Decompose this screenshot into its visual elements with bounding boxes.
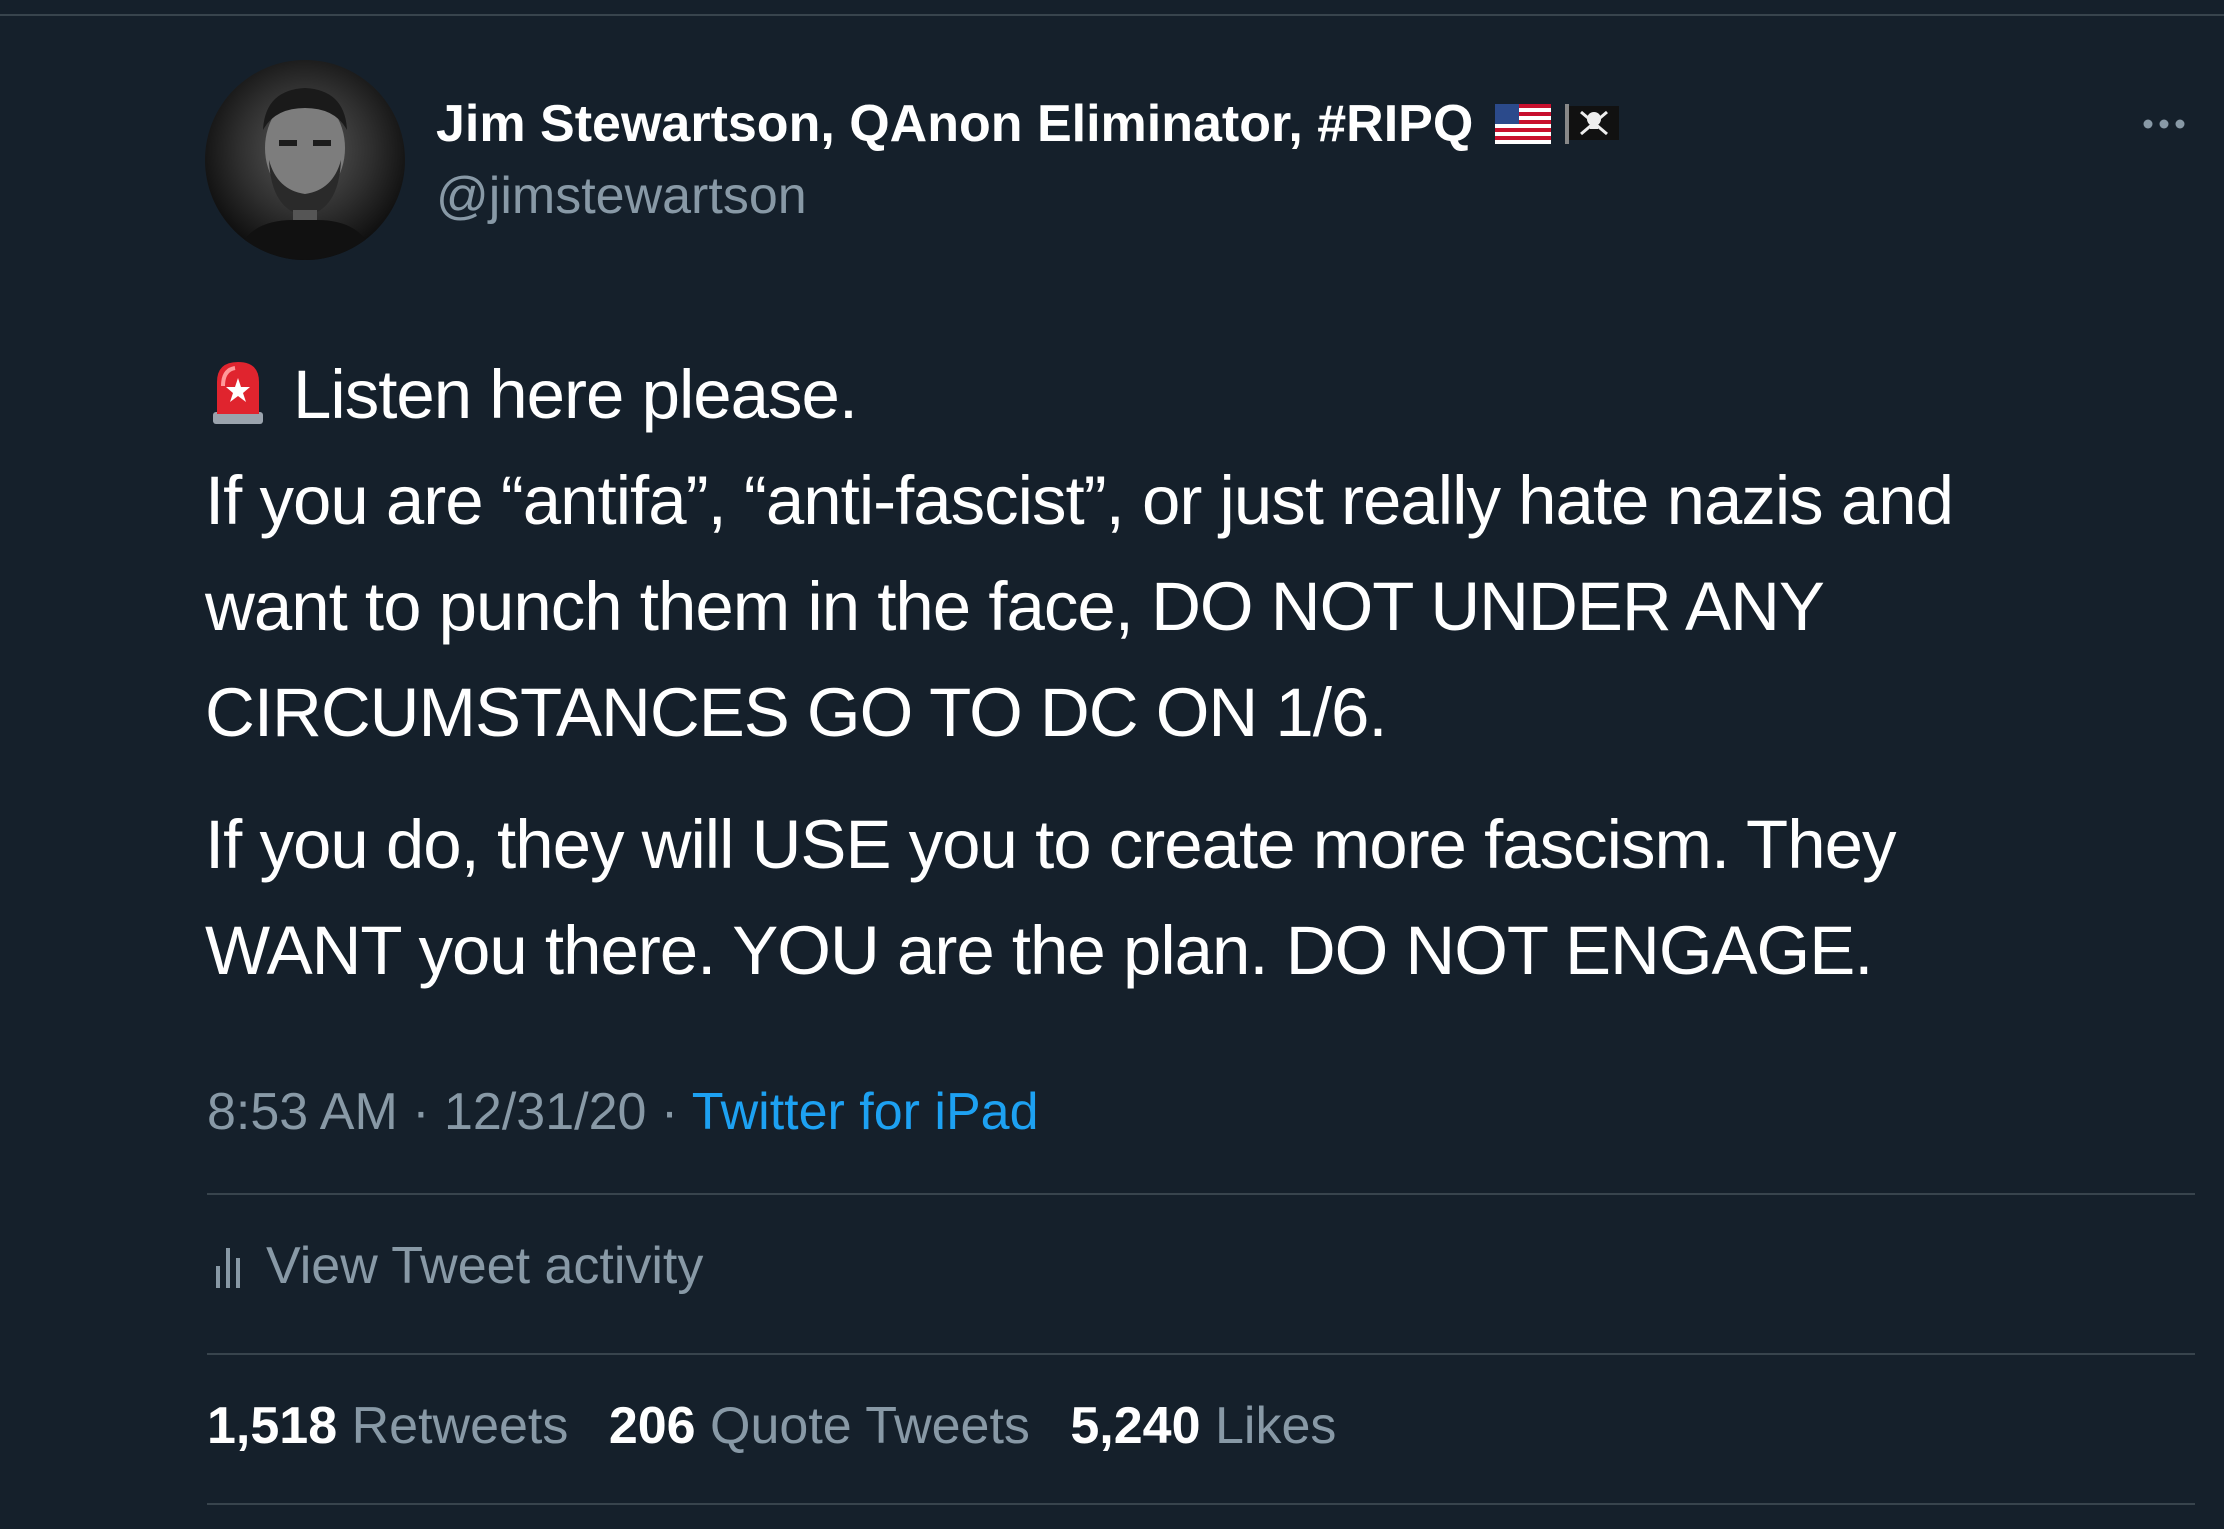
tweet-date[interactable]: 12/31/20 bbox=[444, 1083, 646, 1141]
tweet-detail-page: Jim Stewartson, QAnon Eliminator, #RIPQ … bbox=[0, 0, 2224, 1529]
tweet-source-link[interactable]: Twitter for iPad bbox=[692, 1083, 1039, 1141]
author-display-name[interactable]: Jim Stewartson, QAnon Eliminator, #RIPQ bbox=[436, 94, 1621, 154]
us-flag-icon bbox=[1495, 104, 1552, 144]
pirate-flag-icon bbox=[1565, 104, 1620, 144]
meta-separator: · bbox=[412, 1083, 445, 1141]
tweet-text: Listen here please. If you are “antifa”,… bbox=[205, 342, 2105, 1004]
quote-tweets-label: Quote Tweets bbox=[710, 1397, 1030, 1455]
tweet-para2-line-2: WANT you there. YOU are the plan. DO NOT… bbox=[205, 912, 1873, 989]
tweet-para1-line-2: want to punch them in the face, DO NOT U… bbox=[205, 568, 1825, 645]
tweet-para2-line-1: If you do, they will USE you to create m… bbox=[205, 806, 1896, 883]
tweet-line-1: Listen here please. bbox=[205, 342, 2105, 448]
retweets-stat[interactable]: 1,518 Retweets bbox=[207, 1397, 568, 1455]
avatar[interactable] bbox=[205, 60, 405, 260]
retweets-label: Retweets bbox=[351, 1397, 569, 1455]
view-tweet-activity-button[interactable]: View Tweet activity bbox=[212, 1236, 703, 1296]
more-options-icon[interactable] bbox=[2140, 116, 2188, 132]
tweet-para1-line-1: If you are “antifa”, “anti-fascist”, or … bbox=[205, 462, 1954, 539]
likes-label: Likes bbox=[1214, 1397, 1337, 1455]
tweet-time[interactable]: 8:53 AM bbox=[207, 1083, 398, 1141]
likes-stat[interactable]: 5,240 Likes bbox=[1070, 1397, 1336, 1455]
top-divider bbox=[0, 0, 2224, 16]
tweet-para1-line-3: CIRCUMSTANCES GO TO DC ON 1/6. bbox=[205, 674, 1388, 751]
tweet-stats: 1,518 Retweets 206 Quote Tweets 5,240 Li… bbox=[207, 1396, 1362, 1456]
quote-tweets-count: 206 bbox=[608, 1397, 696, 1455]
meta-separator: · bbox=[660, 1083, 692, 1141]
tweet-metadata: 8:53 AM · 12/31/20 · Twitter for iPad bbox=[207, 1082, 1039, 1142]
display-name-text: Jim Stewartson, QAnon Eliminator, #RIPQ bbox=[436, 95, 1474, 153]
quote-tweets-stat[interactable]: 206 Quote Tweets bbox=[609, 1397, 1030, 1455]
divider bbox=[207, 1193, 2195, 1195]
avatar-portrait bbox=[235, 88, 375, 260]
divider bbox=[207, 1503, 2195, 1505]
divider bbox=[207, 1353, 2195, 1355]
retweets-count: 1,518 bbox=[207, 1397, 338, 1455]
view-tweet-activity-label: View Tweet activity bbox=[266, 1237, 704, 1295]
author-handle[interactable]: @jimstewartson bbox=[436, 166, 807, 226]
bar-chart-icon bbox=[216, 1248, 240, 1288]
tweet-line-1-text: Listen here please. bbox=[293, 356, 858, 433]
police-siren-icon bbox=[213, 362, 263, 424]
likes-count: 5,240 bbox=[1070, 1397, 1201, 1455]
